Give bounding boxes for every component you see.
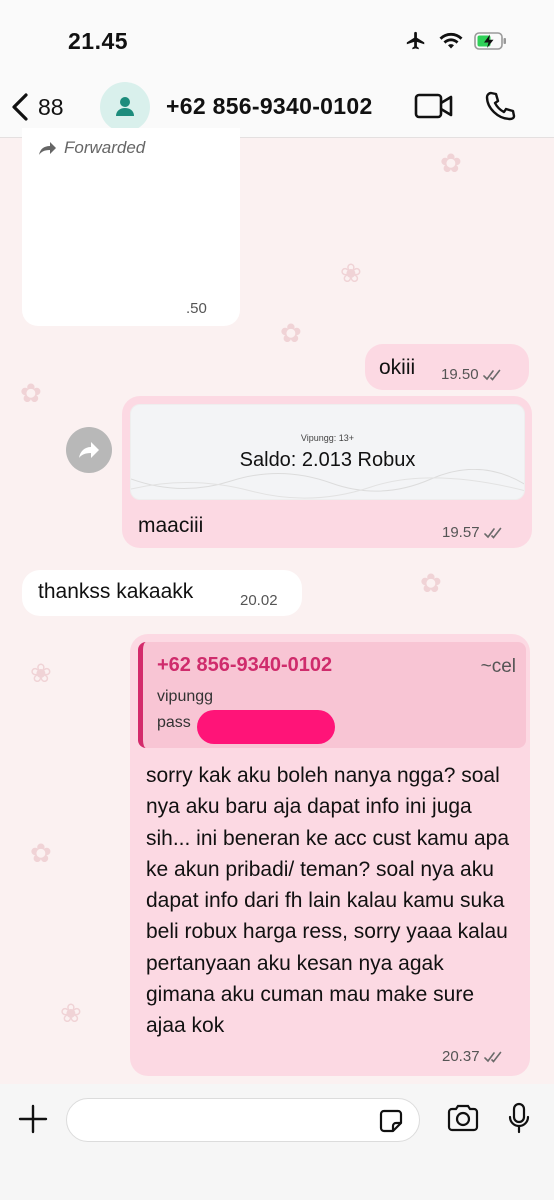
status-icons (404, 30, 508, 52)
timestamp: 20.02 (240, 592, 278, 609)
share-arrow-icon (79, 442, 99, 458)
double-check-icon (483, 1051, 501, 1063)
avatar[interactable] (100, 82, 150, 132)
airplane-icon (406, 31, 425, 50)
message-text: thankss kakaakk (38, 580, 194, 603)
status-bar: 21.45 (0, 0, 554, 78)
flower-decoration: ❀ (340, 258, 362, 288)
status-time: 21.45 (68, 28, 129, 54)
flower-decoration: ❀ (30, 658, 52, 688)
chevron-left-icon (12, 93, 28, 121)
timestamp-text: .50 (186, 300, 207, 317)
share-button[interactable] (66, 427, 112, 473)
redaction-mark (197, 710, 335, 744)
flower-decoration: ❀ (60, 998, 82, 1028)
image-wave-pattern (131, 469, 524, 499)
quote-line: vipungg (157, 688, 214, 705)
timestamp-text: 20.02 (240, 592, 278, 609)
forward-arrow-icon (39, 142, 56, 155)
message-input[interactable] (66, 1098, 420, 1142)
flower-decoration: ✿ (440, 148, 462, 178)
microphone-icon (508, 1102, 530, 1134)
sticker-button[interactable] (378, 1108, 404, 1139)
incoming-message-bubble[interactable]: thankss kakaakk 20.02 (22, 570, 302, 616)
message-text: sorry kak aku boleh nanya ngga? soal nya… (146, 764, 510, 1038)
outgoing-message-bubble[interactable]: okiii 19.50 (365, 344, 529, 390)
input-bar (0, 1084, 554, 1200)
camera-icon (447, 1104, 479, 1132)
attach-button[interactable] (18, 1104, 48, 1139)
timestamp: 19.57 (442, 524, 504, 541)
quote-line: pass (157, 714, 191, 731)
contact-name[interactable]: +62 856-9340-0102 (166, 93, 373, 120)
image-subtitle: Vipungg: 13+ (300, 433, 355, 443)
phone-icon (485, 91, 516, 121)
quote-sender: +62 856-9340-0102 (157, 654, 333, 676)
double-check-icon (483, 527, 501, 539)
wifi-icon (439, 32, 463, 49)
unread-count: 88 (38, 93, 64, 120)
quote-author: ~cel (480, 656, 516, 677)
video-call-button[interactable] (414, 93, 454, 124)
battery-charging-icon (474, 32, 506, 50)
timestamp: 19.50 (441, 366, 503, 383)
flower-decoration: ✿ (20, 378, 42, 408)
video-camera-icon (414, 93, 453, 119)
sticker-icon (379, 1109, 403, 1133)
flower-decoration: ✿ (30, 838, 52, 868)
timestamp: .50 (186, 300, 207, 317)
message-text: okiii (379, 356, 416, 379)
image-preview[interactable]: Vipungg: 13+ Saldo: 2.013 Robux (130, 404, 525, 500)
timestamp-text: 20.37 (442, 1048, 480, 1065)
timestamp-text: 19.57 (442, 524, 480, 541)
back-button[interactable]: 88 (10, 90, 64, 124)
person-icon (116, 97, 134, 116)
plus-icon (18, 1104, 48, 1134)
forwarded-text: Forwarded (64, 138, 146, 157)
flower-decoration: ✿ (280, 318, 302, 348)
image-caption: maaciii (138, 514, 204, 537)
timestamp: 20.37 (442, 1048, 504, 1065)
camera-button[interactable] (446, 1104, 480, 1137)
flower-decoration: ✿ (420, 568, 442, 598)
voice-call-button[interactable] (484, 90, 516, 127)
forwarded-label: Forwarded (38, 138, 145, 158)
microphone-button[interactable] (508, 1102, 530, 1139)
timestamp-text: 19.50 (441, 366, 479, 383)
double-check-icon (482, 369, 500, 381)
